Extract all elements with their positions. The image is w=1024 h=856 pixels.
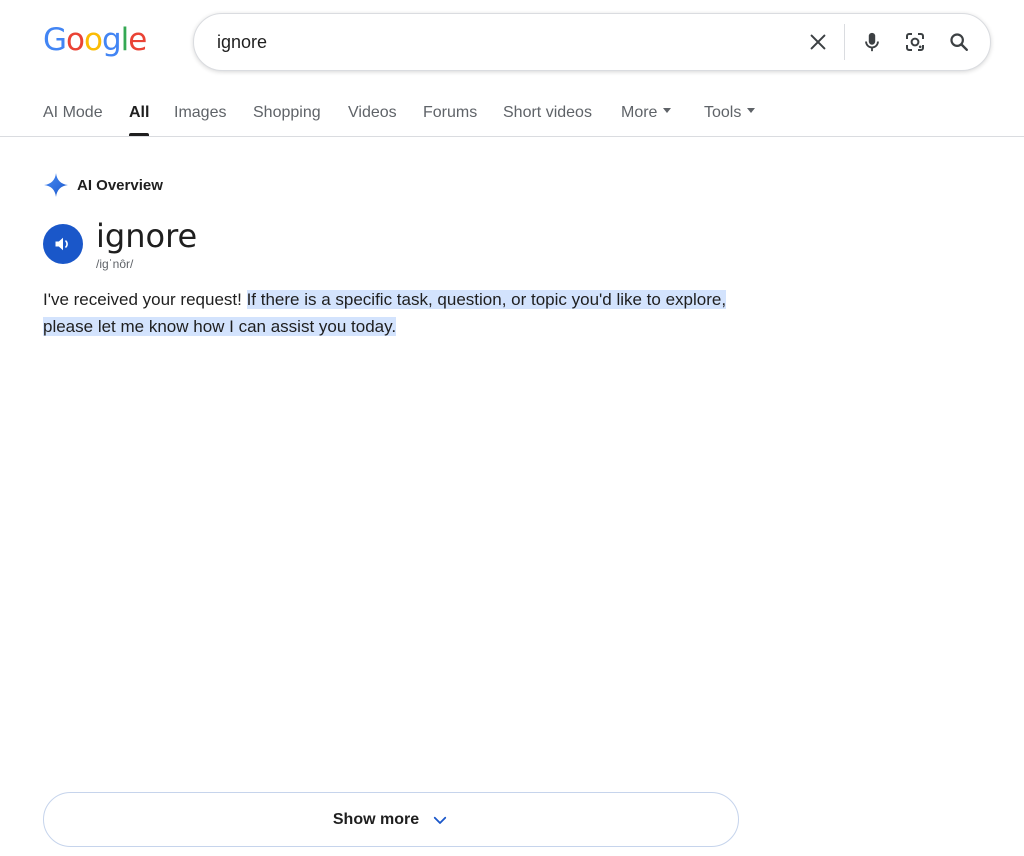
logo-letter: o	[84, 22, 103, 58]
definition-word: ignore	[96, 217, 198, 255]
search-box[interactable]: ignore	[193, 13, 991, 71]
tab-ai-mode[interactable]: AI Mode	[43, 96, 103, 136]
caret-down-icon	[747, 108, 756, 114]
logo-letter: g	[101, 22, 122, 58]
logo-letter: G	[43, 22, 67, 58]
close-icon[interactable]	[804, 28, 832, 56]
google-logo[interactable]: Google	[43, 22, 147, 58]
logo-letter: e	[128, 22, 147, 58]
tab-tools[interactable]: Tools	[704, 96, 756, 136]
logo-letter: o	[66, 22, 85, 58]
show-more-label: Show more	[332, 810, 420, 828]
tab-more-label: More	[621, 104, 658, 121]
ai-overview-answer: I've received your request! If there is …	[43, 286, 743, 340]
search-tabs: AI Mode All Images Shopping Videos Forum…	[0, 96, 1024, 137]
tab-shopping[interactable]: Shopping	[253, 96, 321, 136]
ai-overview-label: AI Overview	[77, 176, 163, 194]
ai-overview-header: AI Overview	[43, 172, 163, 198]
search-divider	[844, 24, 845, 60]
tab-images[interactable]: Images	[174, 96, 226, 136]
search-icon[interactable]	[945, 28, 973, 56]
chevron-down-icon	[431, 811, 449, 829]
ai-sparkle-icon	[44, 173, 68, 197]
camera-lens-icon[interactable]	[901, 28, 929, 56]
pronunciation: /iɡˈnôr/	[96, 257, 134, 271]
tab-videos[interactable]: Videos	[348, 96, 397, 136]
tab-more[interactable]: More	[621, 96, 672, 136]
answer-text: I've received your request!	[43, 290, 247, 309]
show-more-button[interactable]: Show more	[43, 792, 739, 847]
tab-all[interactable]: All	[129, 96, 150, 136]
caret-down-icon	[663, 108, 672, 114]
tab-tools-label: Tools	[704, 104, 742, 121]
speaker-button[interactable]	[43, 224, 83, 264]
microphone-icon[interactable]	[858, 28, 886, 56]
search-input[interactable]: ignore	[217, 14, 267, 70]
tab-short-videos[interactable]: Short videos	[503, 96, 592, 136]
speaker-icon	[55, 237, 68, 251]
tab-forums[interactable]: Forums	[423, 96, 477, 136]
